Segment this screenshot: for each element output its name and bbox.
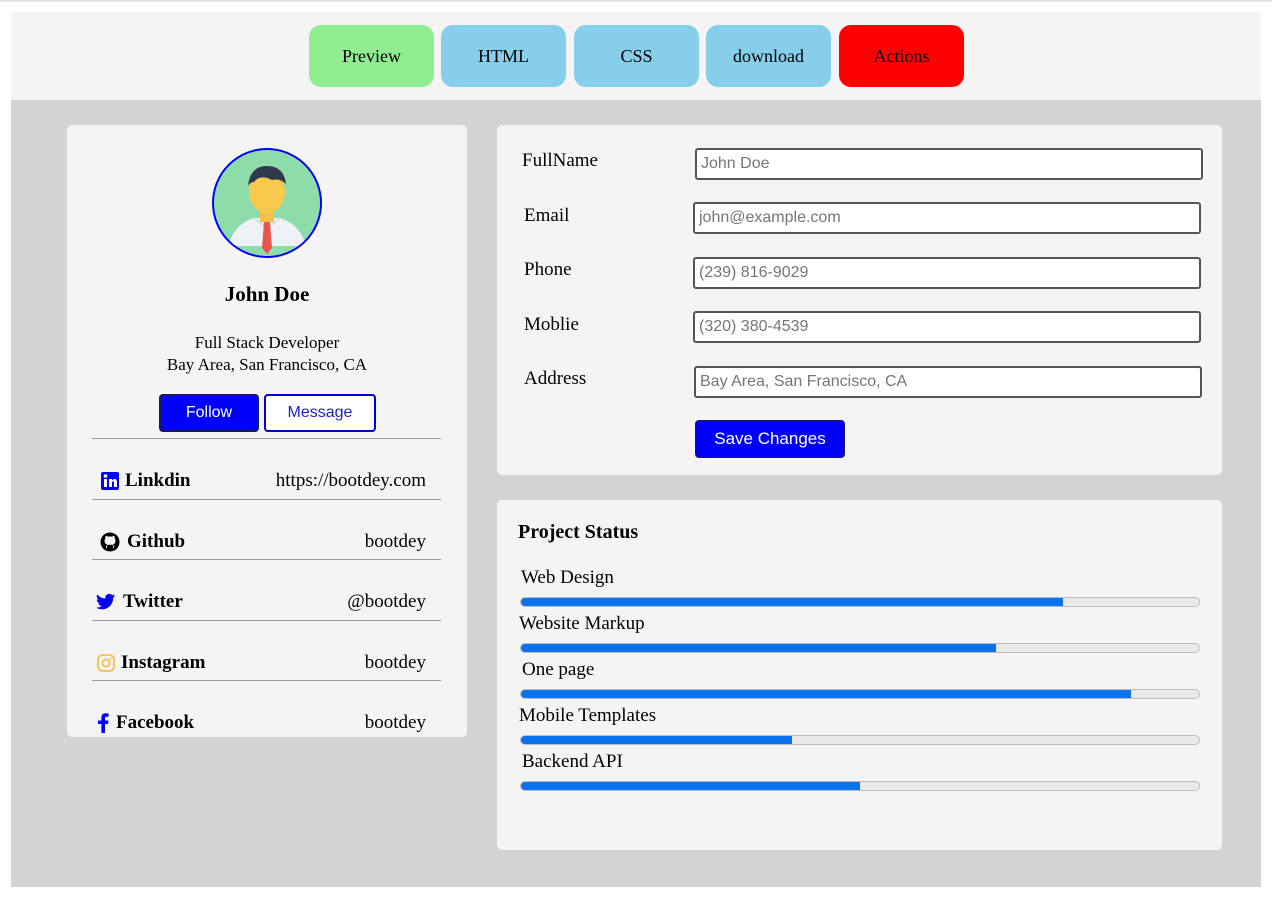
- progress-fill: [521, 598, 1064, 606]
- progress-bar: [520, 597, 1200, 607]
- progress-fill: [521, 782, 860, 790]
- css-button[interactable]: CSS: [574, 25, 699, 87]
- social-value: https://bootdey.com: [275, 470, 426, 491]
- profile-location: Bay Area, San Francisco, CA: [166, 355, 368, 374]
- progress-fill: [521, 644, 996, 652]
- project-label: Backend API: [522, 751, 623, 772]
- divider: [92, 438, 441, 439]
- divider: [92, 680, 441, 681]
- progress-fill: [521, 690, 1132, 698]
- profile-card: John Doe Full Stack Developer Bay Area, …: [67, 125, 467, 737]
- twitter-icon: [96, 592, 116, 612]
- social-facebook[interactable]: Facebook bootdey: [92, 710, 441, 740]
- linkedin-icon: [100, 471, 120, 491]
- social-value: @bootdey: [347, 591, 426, 612]
- phone-input[interactable]: [693, 257, 1201, 289]
- social-label: Instagram: [121, 652, 206, 673]
- profile-title: Full Stack Developer: [194, 333, 340, 352]
- mobile-input[interactable]: [693, 311, 1201, 343]
- address-label: Address: [524, 368, 587, 389]
- email-label: Email: [524, 205, 570, 226]
- profile-role: Full Stack Developer Bay Area, San Franc…: [67, 332, 467, 376]
- instagram-icon: [96, 653, 116, 673]
- social-value: bootdey: [364, 531, 426, 552]
- mobile-label: Moblie: [524, 314, 579, 335]
- phone-label: Phone: [524, 259, 572, 280]
- message-button[interactable]: Message: [264, 394, 376, 432]
- follow-button[interactable]: Follow: [159, 394, 259, 432]
- toolbar: Preview HTML CSS download Actions: [11, 12, 1261, 100]
- project-label: Web Design: [521, 567, 614, 588]
- project-status-card: Project Status Web Design Website Markup…: [497, 500, 1222, 850]
- fullname-label: FullName: [522, 150, 598, 171]
- actions-button[interactable]: Actions: [839, 25, 964, 87]
- project-label: One page: [522, 659, 595, 680]
- project-label: Website Markup: [519, 613, 645, 634]
- top-rule: [0, 0, 1272, 2]
- address-input[interactable]: [694, 366, 1202, 398]
- project-status-title: Project Status: [518, 521, 639, 543]
- facebook-icon: [93, 713, 113, 733]
- progress-bar: [520, 735, 1200, 745]
- divider: [92, 559, 441, 560]
- save-changes-button[interactable]: Save Changes: [695, 420, 845, 458]
- details-form-card: FullName Email Phone Moblie Address Save…: [497, 125, 1222, 475]
- profile-name: John Doe: [224, 282, 310, 306]
- social-label: Linkdin: [125, 470, 191, 491]
- social-twitter[interactable]: Twitter @bootdey: [92, 589, 441, 619]
- progress-bar: [520, 689, 1200, 699]
- html-button[interactable]: HTML: [441, 25, 566, 87]
- progress-fill: [521, 736, 793, 744]
- social-github[interactable]: Github bootdey: [92, 529, 441, 559]
- social-label: Twitter: [123, 591, 183, 612]
- project-label: Mobile Templates: [519, 705, 657, 726]
- divider: [92, 499, 441, 500]
- email-input[interactable]: [693, 202, 1201, 234]
- divider: [92, 620, 441, 621]
- progress-bar: [520, 643, 1200, 653]
- fullname-input[interactable]: [695, 148, 1203, 180]
- content-area: John Doe Full Stack Developer Bay Area, …: [11, 100, 1261, 887]
- social-label: Facebook: [116, 712, 195, 733]
- social-label: Github: [127, 531, 186, 552]
- preview-button[interactable]: Preview: [309, 25, 434, 87]
- avatar-illustration: [214, 150, 320, 256]
- social-value: bootdey: [364, 712, 426, 733]
- github-icon: [100, 532, 120, 552]
- avatar: [212, 148, 322, 258]
- social-instagram[interactable]: Instagram bootdey: [92, 650, 441, 680]
- social-linkedin[interactable]: Linkdin https://bootdey.com: [92, 468, 441, 498]
- social-value: bootdey: [364, 652, 426, 673]
- progress-bar: [520, 781, 1200, 791]
- download-button[interactable]: download: [706, 25, 831, 87]
